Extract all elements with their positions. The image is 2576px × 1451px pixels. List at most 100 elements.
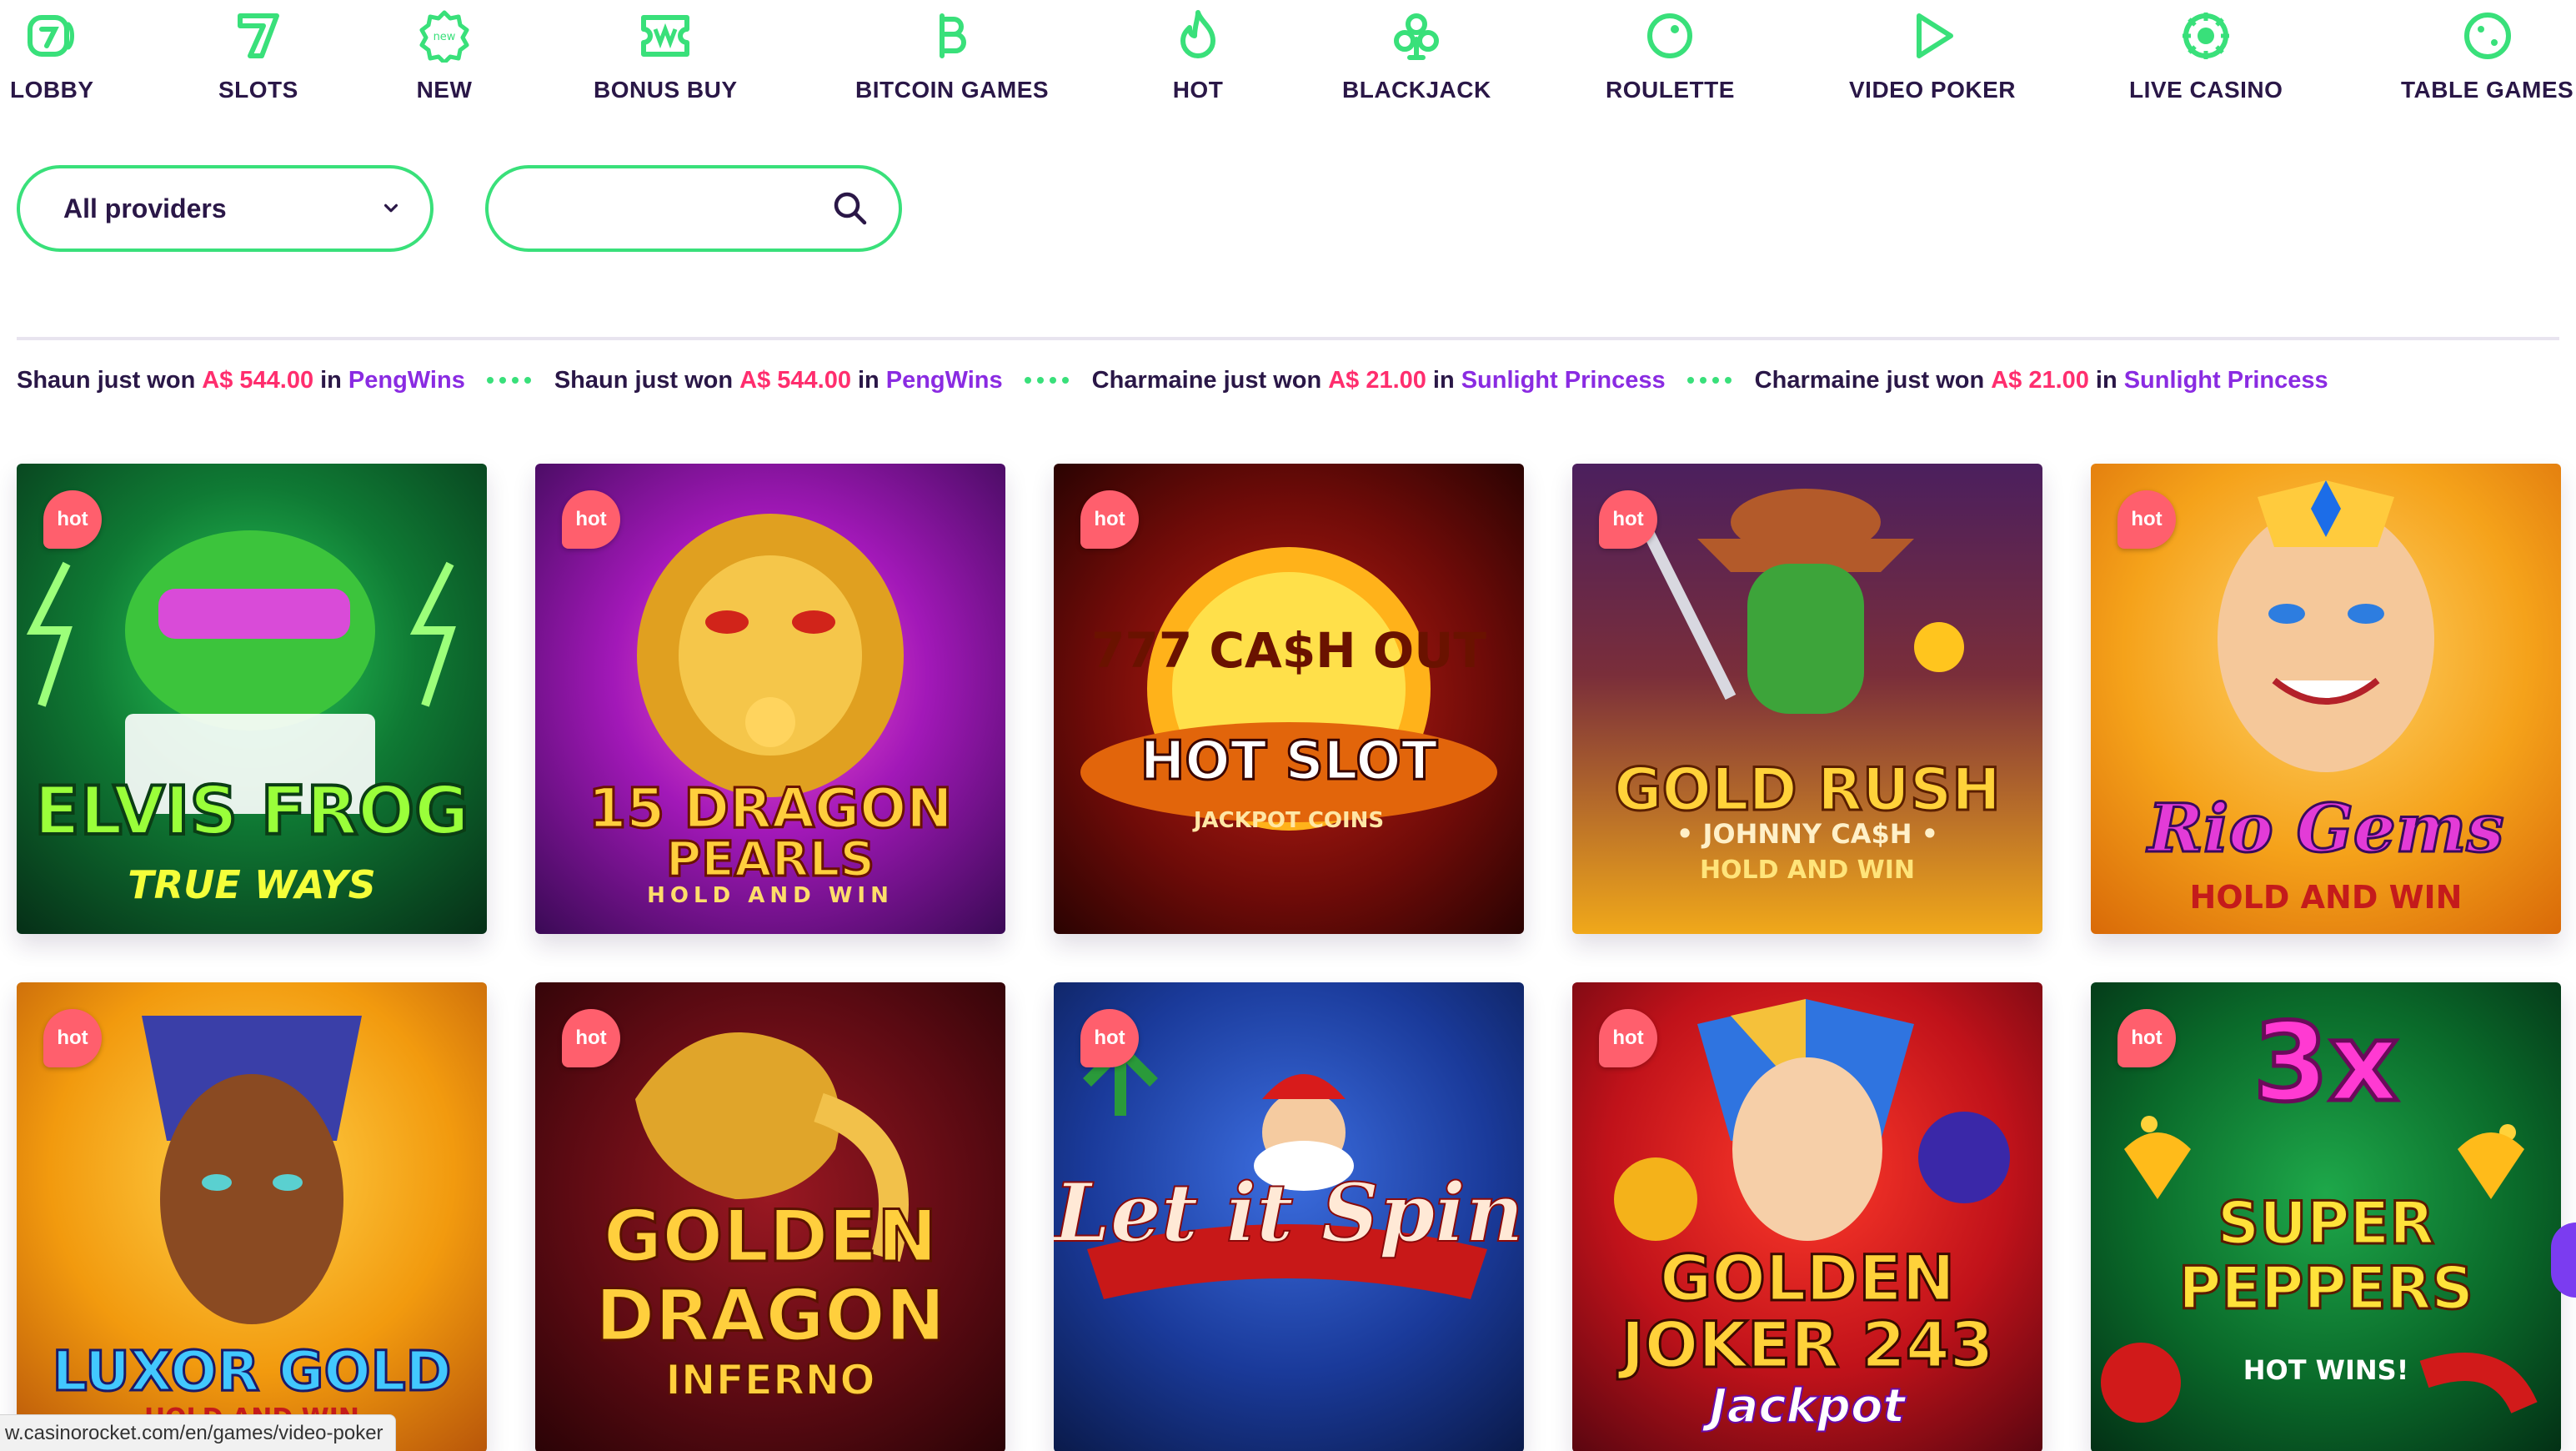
winner-text: just won: [97, 366, 196, 394]
game-title: Rio Gems: [2147, 788, 2505, 869]
nav-label: SLOTS: [218, 77, 298, 103]
game-tagline: HOLD AND WIN: [647, 883, 894, 908]
game-subtitle: JOKER 243: [1620, 1307, 1995, 1383]
game-title: Let it Spin: [1054, 1165, 1524, 1261]
game-subtitle: SUPER PEPPERS: [2178, 1189, 2475, 1323]
game-tile-gold-rush[interactable]: GOLD RUSH • JOHNNY CA$H • HOLD AND WIN h…: [1572, 464, 2042, 934]
game-title: GOLDEN: [1658, 1240, 1956, 1317]
game-title: 777 CA$H OUT: [1091, 622, 1486, 679]
search-icon[interactable]: [832, 190, 869, 227]
game-title: ELVIS FROG: [33, 771, 471, 851]
winner-name: Shaun: [554, 366, 629, 394]
winner-text: just won: [1223, 366, 1322, 394]
nav-item-new[interactable]: new NEW: [415, 7, 474, 103]
nav-label: ROULETTE: [1606, 77, 1735, 103]
game-tagline: HOT WINS!: [2243, 1354, 2409, 1386]
win-amount: A$ 21.00: [1328, 366, 1426, 394]
chevron-down-icon: [383, 203, 398, 213]
provider-select[interactable]: All providers: [17, 165, 434, 252]
svg-text:new: new: [434, 31, 456, 43]
game-tile-3x-super-peppers[interactable]: 3x SUPER PEPPERS HOT WINS! hot: [2091, 982, 2561, 1451]
winner-name: Shaun: [17, 366, 91, 394]
nav-item-roulette[interactable]: ROULETTE: [1606, 7, 1735, 103]
game-tile-let-it-spin[interactable]: Let it Spin hot: [1054, 982, 1524, 1451]
winner-name: Charmaine: [1754, 366, 1880, 394]
scroll-to-top-handle[interactable]: [2551, 1223, 2576, 1298]
winner-entry: Charmaine just won A$ 21.00 in Sunlight …: [1092, 367, 1666, 394]
game-tagline: Jackpot: [1709, 1378, 1906, 1434]
nav-label: LOBBY: [10, 77, 94, 103]
winner-name: Charmaine: [1091, 366, 1217, 394]
game-tile-luxor-gold[interactable]: LUXOR GOLD HOLD AND WIN hot: [17, 982, 487, 1451]
winner-entry: Shaun just won A$ 544.00 in PengWins: [17, 367, 465, 394]
provider-select-label: All providers: [63, 193, 227, 223]
game-tile-rio-gems[interactable]: Rio Gems HOLD AND WIN hot: [2091, 464, 2561, 934]
nav-item-bitcoin-games[interactable]: BITCOIN GAMES: [855, 7, 1049, 103]
winners-ticker: Shaun just won A$ 544.00 in PengWins Sha…: [17, 364, 2559, 397]
win-game-link[interactable]: PengWins: [886, 367, 1003, 394]
ticker-separator: [1686, 377, 1732, 384]
win-amount: A$ 21.00: [1991, 366, 2089, 394]
game-tile-golden-joker-243[interactable]: GOLDEN JOKER 243 Jackpot hot: [1572, 982, 2042, 1451]
nav-item-table-games[interactable]: TABLE GAMES: [2401, 7, 2573, 103]
ticker-separator: [1024, 377, 1069, 384]
win-game-link[interactable]: Sunlight Princess: [1461, 367, 1666, 394]
ticker-divider: [17, 337, 2559, 340]
winner-text: just won: [1886, 366, 1985, 394]
hot-badge: hot: [1599, 1009, 1657, 1067]
game-tile-golden-dragon-inferno[interactable]: GOLDEN DRAGON INFERNO hot: [535, 982, 1005, 1451]
game-subtitle: DRAGON: [594, 1273, 947, 1359]
game-subtitle: PEARLS: [664, 830, 875, 889]
category-nav: LOBBY SLOTS new NEW BONUS BUY BITCOIN GA…: [0, 0, 2576, 125]
lobby-icon: [23, 7, 81, 65]
hot-badge: hot: [43, 1009, 102, 1067]
nav-label: BONUS BUY: [594, 77, 738, 103]
game-tagline: JACKPOT COINS: [1193, 808, 1385, 833]
nav-label: NEW: [416, 77, 473, 103]
nav-item-live-casino[interactable]: LIVE CASINO: [2129, 7, 2283, 103]
game-tagline: INFERNO: [664, 1355, 876, 1405]
new-badge-icon: new: [415, 7, 474, 65]
game-title: GOLD RUSH: [1613, 755, 2002, 826]
nav-item-hot[interactable]: HOT: [1169, 7, 1227, 103]
search-input[interactable]: [522, 185, 822, 232]
win-game-link[interactable]: PengWins: [348, 367, 465, 394]
winner-in: in: [320, 366, 342, 394]
hot-badge: hot: [562, 1009, 620, 1067]
nav-item-lobby[interactable]: LOBBY: [10, 7, 94, 103]
nav-label: HOT: [1172, 77, 1224, 103]
flame-icon: [1169, 7, 1227, 65]
win-game-link[interactable]: Sunlight Princess: [2124, 367, 2328, 394]
nav-item-bonus-buy[interactable]: BONUS BUY: [594, 7, 738, 103]
game-title: LUXOR GOLD: [51, 1338, 453, 1405]
chip-icon: [2177, 7, 2235, 65]
search-box: [485, 165, 902, 252]
hot-badge: hot: [2117, 1009, 2176, 1067]
game-tile-hot-slot[interactable]: 777 CA$H OUT HOT SLOT JACKPOT COINS hot: [1054, 464, 1524, 934]
win-amount: A$ 544.00: [739, 366, 851, 394]
game-title: GOLDEN: [602, 1194, 939, 1280]
game-tile-elvis-frog[interactable]: ELVIS FROG TRUE WAYS hot: [17, 464, 487, 934]
seven-icon: [229, 7, 288, 65]
winner-in: in: [1432, 366, 1455, 394]
winner-in: in: [2095, 366, 2117, 394]
hot-badge: hot: [1599, 490, 1657, 549]
game-tile-15-dragon-pearls[interactable]: 15 DRAGON PEARLS HOLD AND WIN hot: [535, 464, 1005, 934]
winner-entry: Charmaine just won A$ 21.00 in Sunlight …: [1755, 367, 2328, 394]
roulette-icon: [1641, 7, 1699, 65]
hot-badge: hot: [1080, 490, 1139, 549]
winner-entry: Shaun just won A$ 544.00 in PengWins: [554, 367, 1003, 394]
nav-label: BITCOIN GAMES: [855, 77, 1050, 103]
hot-badge: hot: [2117, 490, 2176, 549]
bitcoin-icon: [923, 7, 981, 65]
hot-badge: hot: [43, 490, 102, 549]
hot-badge: hot: [562, 490, 620, 549]
play-icon: [1903, 7, 1962, 65]
nav-label: VIDEO POKER: [1849, 77, 2016, 103]
nav-item-video-poker[interactable]: VIDEO POKER: [1849, 7, 2016, 103]
game-subtitle: • JOHNNY CA$H •: [1676, 818, 1939, 850]
game-tagline: HOLD AND WIN: [1699, 856, 1916, 885]
nav-item-slots[interactable]: SLOTS: [218, 7, 298, 103]
nav-item-blackjack[interactable]: BLACKJACK: [1342, 7, 1491, 103]
winner-in: in: [857, 366, 880, 394]
